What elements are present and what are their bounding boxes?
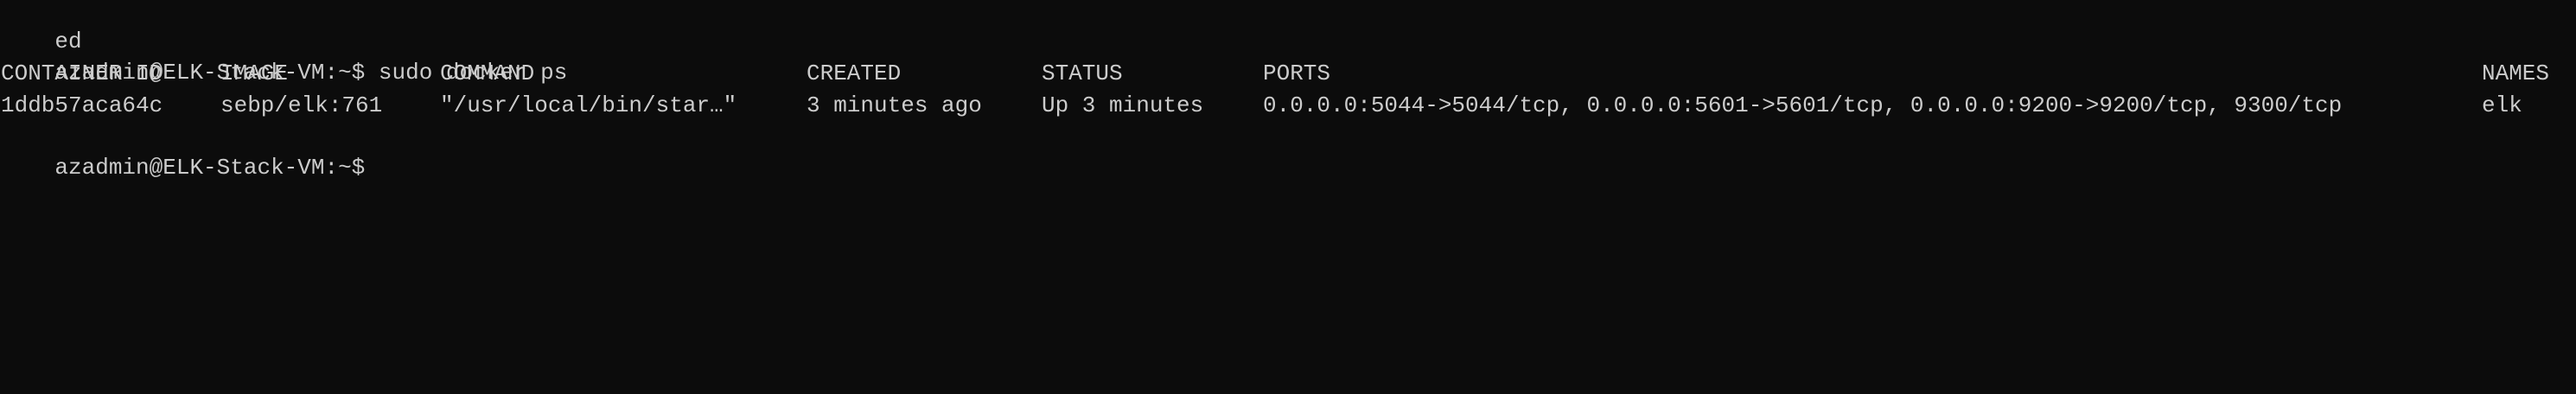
prompt-text: azadmin@ELK-Stack-VM:~$ [54,155,366,181]
cell-names: elk [2482,92,2522,118]
cell-container-id: 1ddb57aca64c [1,92,163,118]
prompt-line[interactable]: azadmin@ELK-Stack-VM:~$ [1,121,365,181]
cell-command: "/usr/local/bin/star…" [440,92,737,118]
header-command: COMMAND [440,60,535,86]
header-created: CREATED [807,60,902,86]
header-names: NAMES [2482,60,2550,86]
header-container-id: CONTAINER ID [1,60,163,86]
cell-created: 3 minutes ago [807,92,982,118]
table-row: 1ddb57aca64c sebp/elk:761 "/usr/local/bi… [1,90,2575,121]
cell-status: Up 3 minutes [1042,92,1204,118]
cell-image: sebp/elk:761 [220,92,383,118]
terminal-window[interactable]: ed azadmin@ELK-Stack-VM:~$ sudo docker p… [0,0,2576,394]
header-status: STATUS [1042,60,1123,86]
table-header-row: CONTAINER ID IMAGE COMMAND CREATED STATU… [1,58,2575,89]
command-line: azadmin@ELK-Stack-VM:~$ sudo docker ps [1,26,567,86]
cell-ports: 0.0.0.0:5044->5044/tcp, 0.0.0.0:5601->56… [1263,92,2343,118]
header-ports: PORTS [1263,60,1331,86]
header-image: IMAGE [220,60,289,86]
previous-output-line: ed [1,0,81,54]
